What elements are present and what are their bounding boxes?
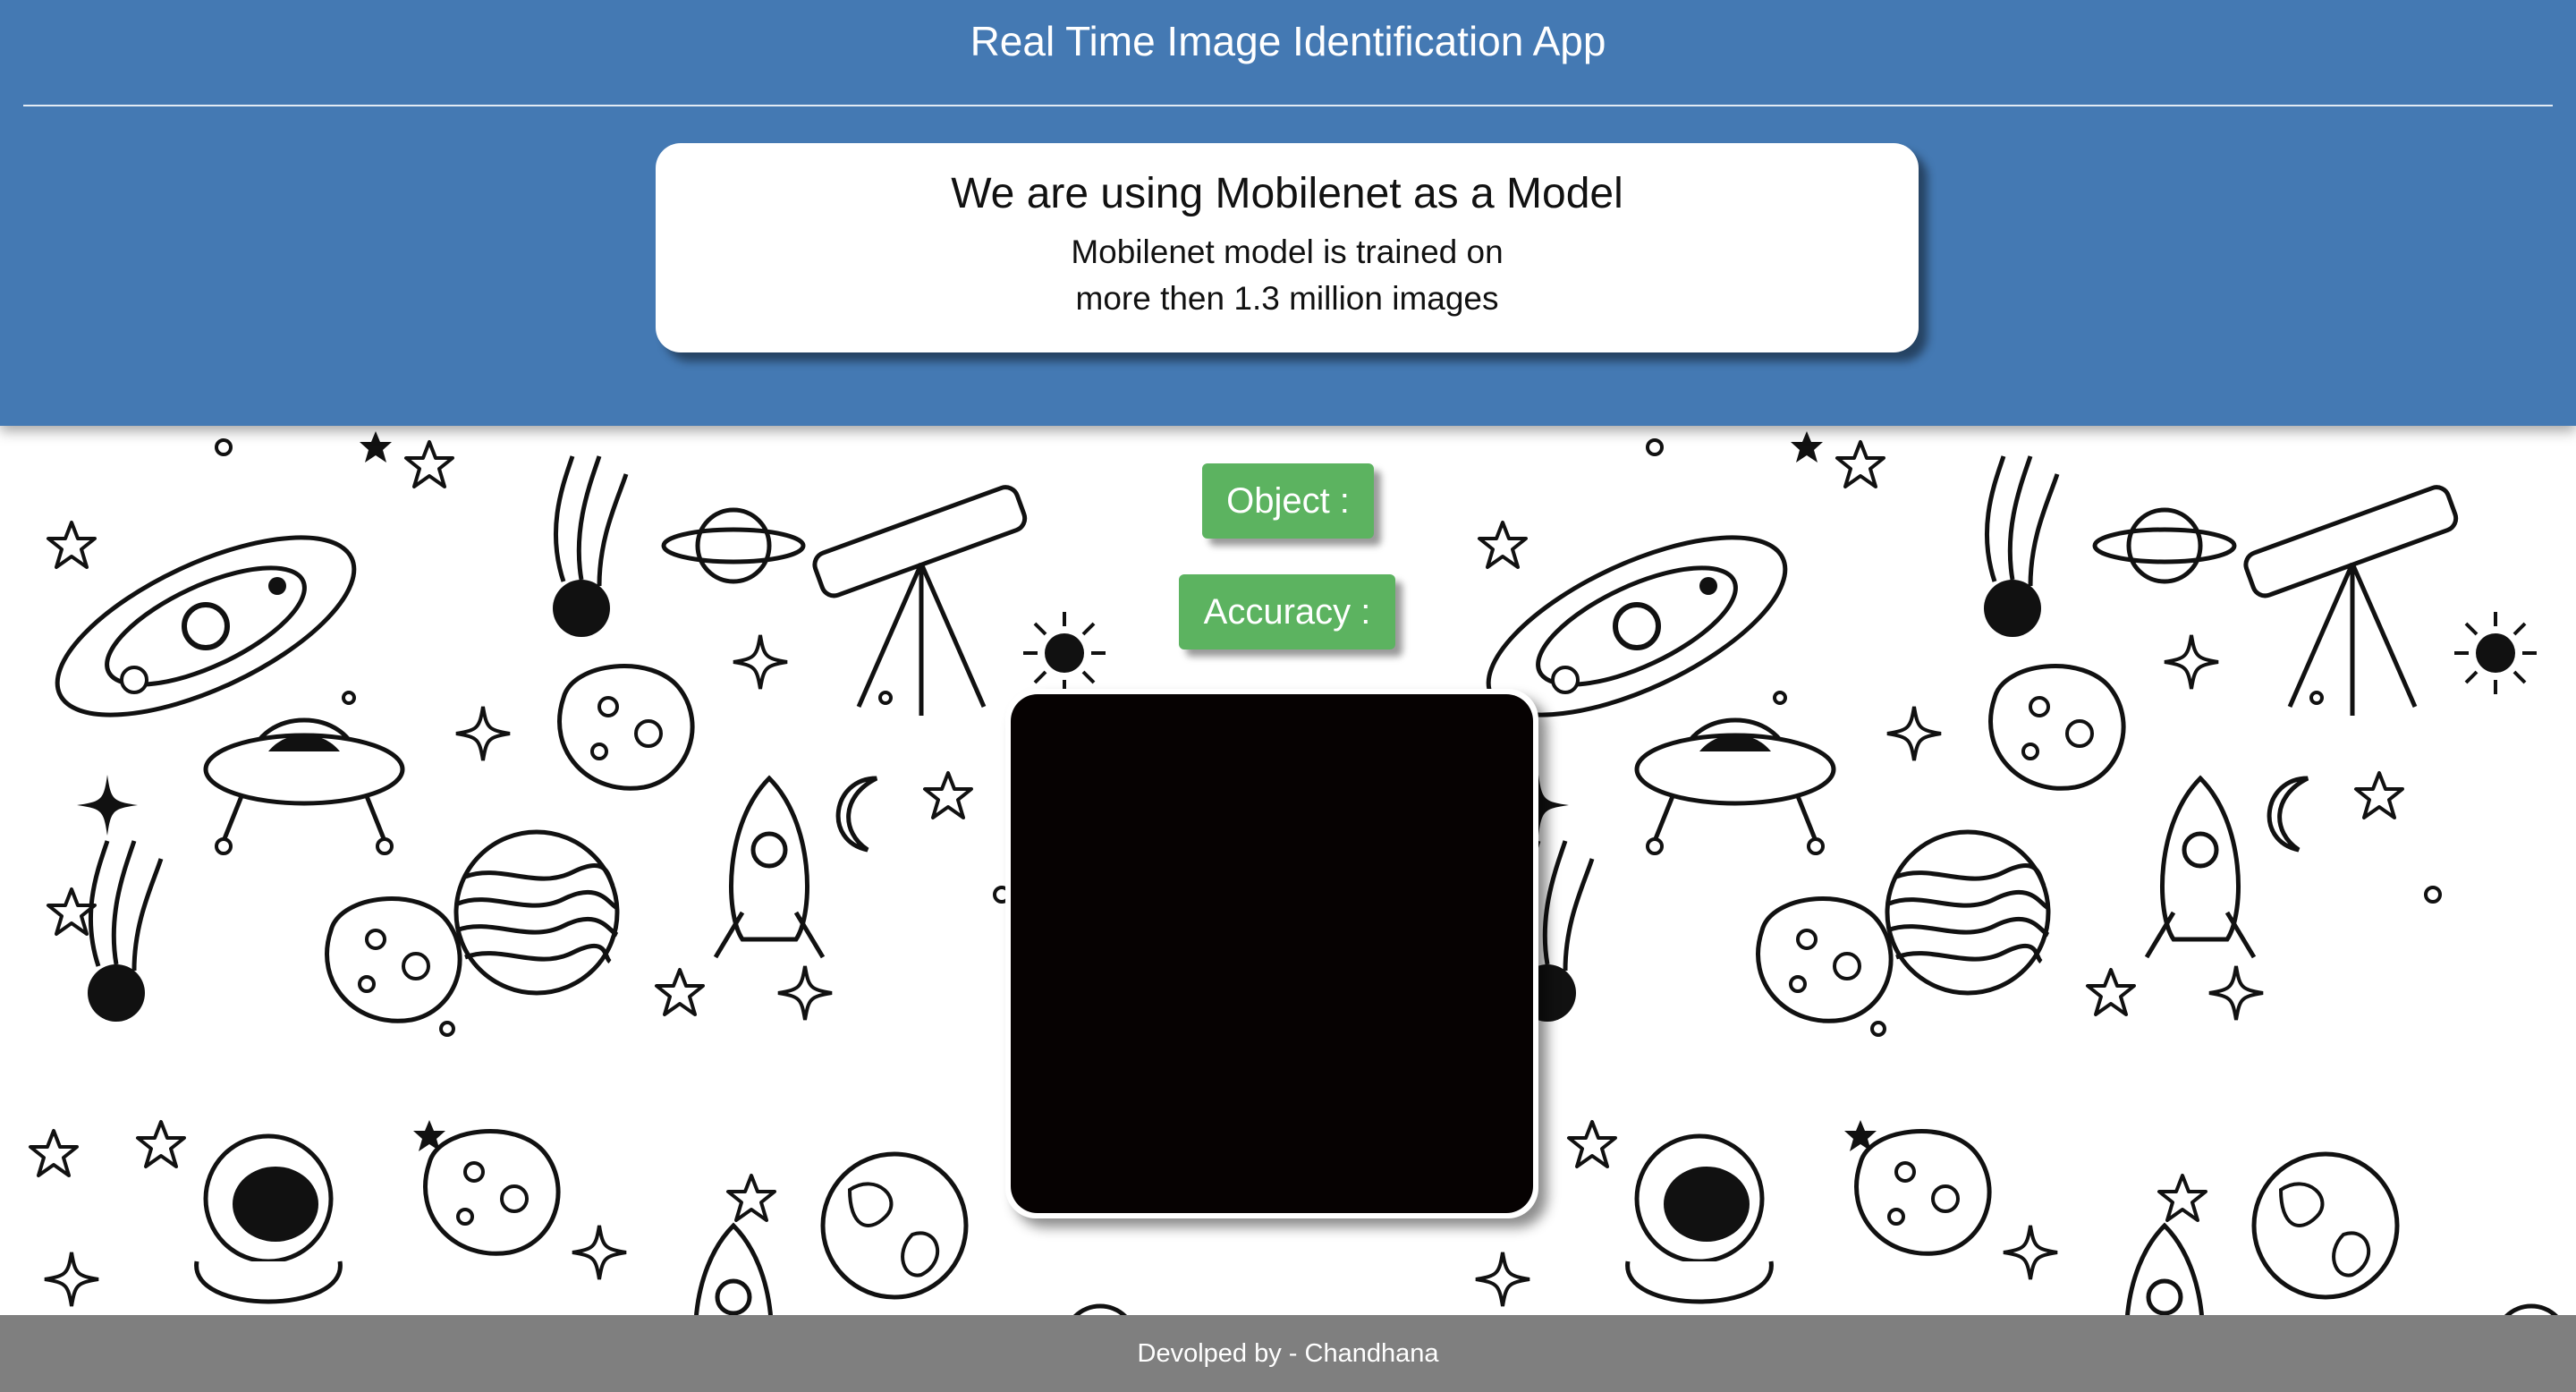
page-footer: Devolped by - Chandhana [0,1315,2576,1392]
header-divider [23,105,2553,106]
accuracy-result-label: Accuracy : [1179,574,1395,649]
model-card-line-2: more then 1.3 million images [1075,280,1499,317]
model-info-card: We are using Mobilenet as a Model Mobile… [656,143,1919,352]
model-card-description: Mobilenet model is trained on more then … [656,229,1919,322]
model-card-heading: We are using Mobilenet as a Model [951,170,1623,217]
webcam-frame [1005,689,1538,1218]
footer-credit: Devolped by - Chandhana [1137,1339,1439,1368]
app-header: Real Time Image Identification App We ar… [0,0,2576,426]
model-card-line-1: Mobilenet model is trained on [1071,233,1504,270]
webcam-video-feed[interactable] [1011,694,1533,1213]
app-title: Real Time Image Identification App [970,18,1606,64]
object-result-label: Object : [1202,463,1374,539]
